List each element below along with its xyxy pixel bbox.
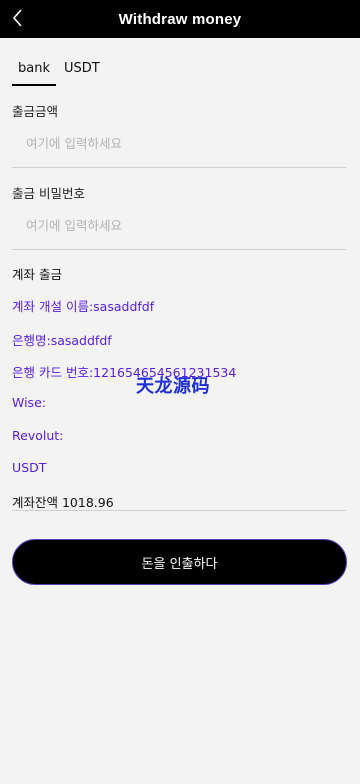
amount-label: 출금금액 — [12, 104, 59, 119]
password-label: 출금 비밀번호 — [12, 186, 85, 201]
wise-account: Wise: — [12, 395, 46, 410]
tab-bar: bank USDT — [12, 58, 106, 86]
bank-name: 은행명:sasaddfdf — [12, 333, 112, 348]
back-button[interactable] — [10, 7, 26, 29]
withdraw-button[interactable]: 돈을 인출하다 — [12, 539, 347, 585]
account-holder-name: 계좌 개설 이름:sasaddfdf — [12, 299, 155, 314]
usdt-account: USDT — [12, 460, 47, 475]
revolut-account: Revolut: — [12, 428, 64, 443]
tab-bank[interactable]: bank — [12, 58, 56, 86]
divider — [12, 510, 346, 511]
password-input[interactable] — [12, 208, 346, 242]
header-bar: Withdraw money — [0, 0, 360, 38]
divider — [12, 167, 346, 168]
page-title: Withdraw money — [118, 10, 242, 28]
chevron-left-icon — [13, 9, 22, 27]
amount-input[interactable] — [12, 126, 346, 160]
watermark-text: 天龙源码 — [136, 376, 210, 397]
account-section-title: 계좌 출금 — [12, 267, 62, 282]
divider — [12, 249, 346, 250]
account-balance: 계좌잔액 1018.96 — [12, 495, 114, 510]
tab-usdt[interactable]: USDT — [58, 58, 106, 86]
